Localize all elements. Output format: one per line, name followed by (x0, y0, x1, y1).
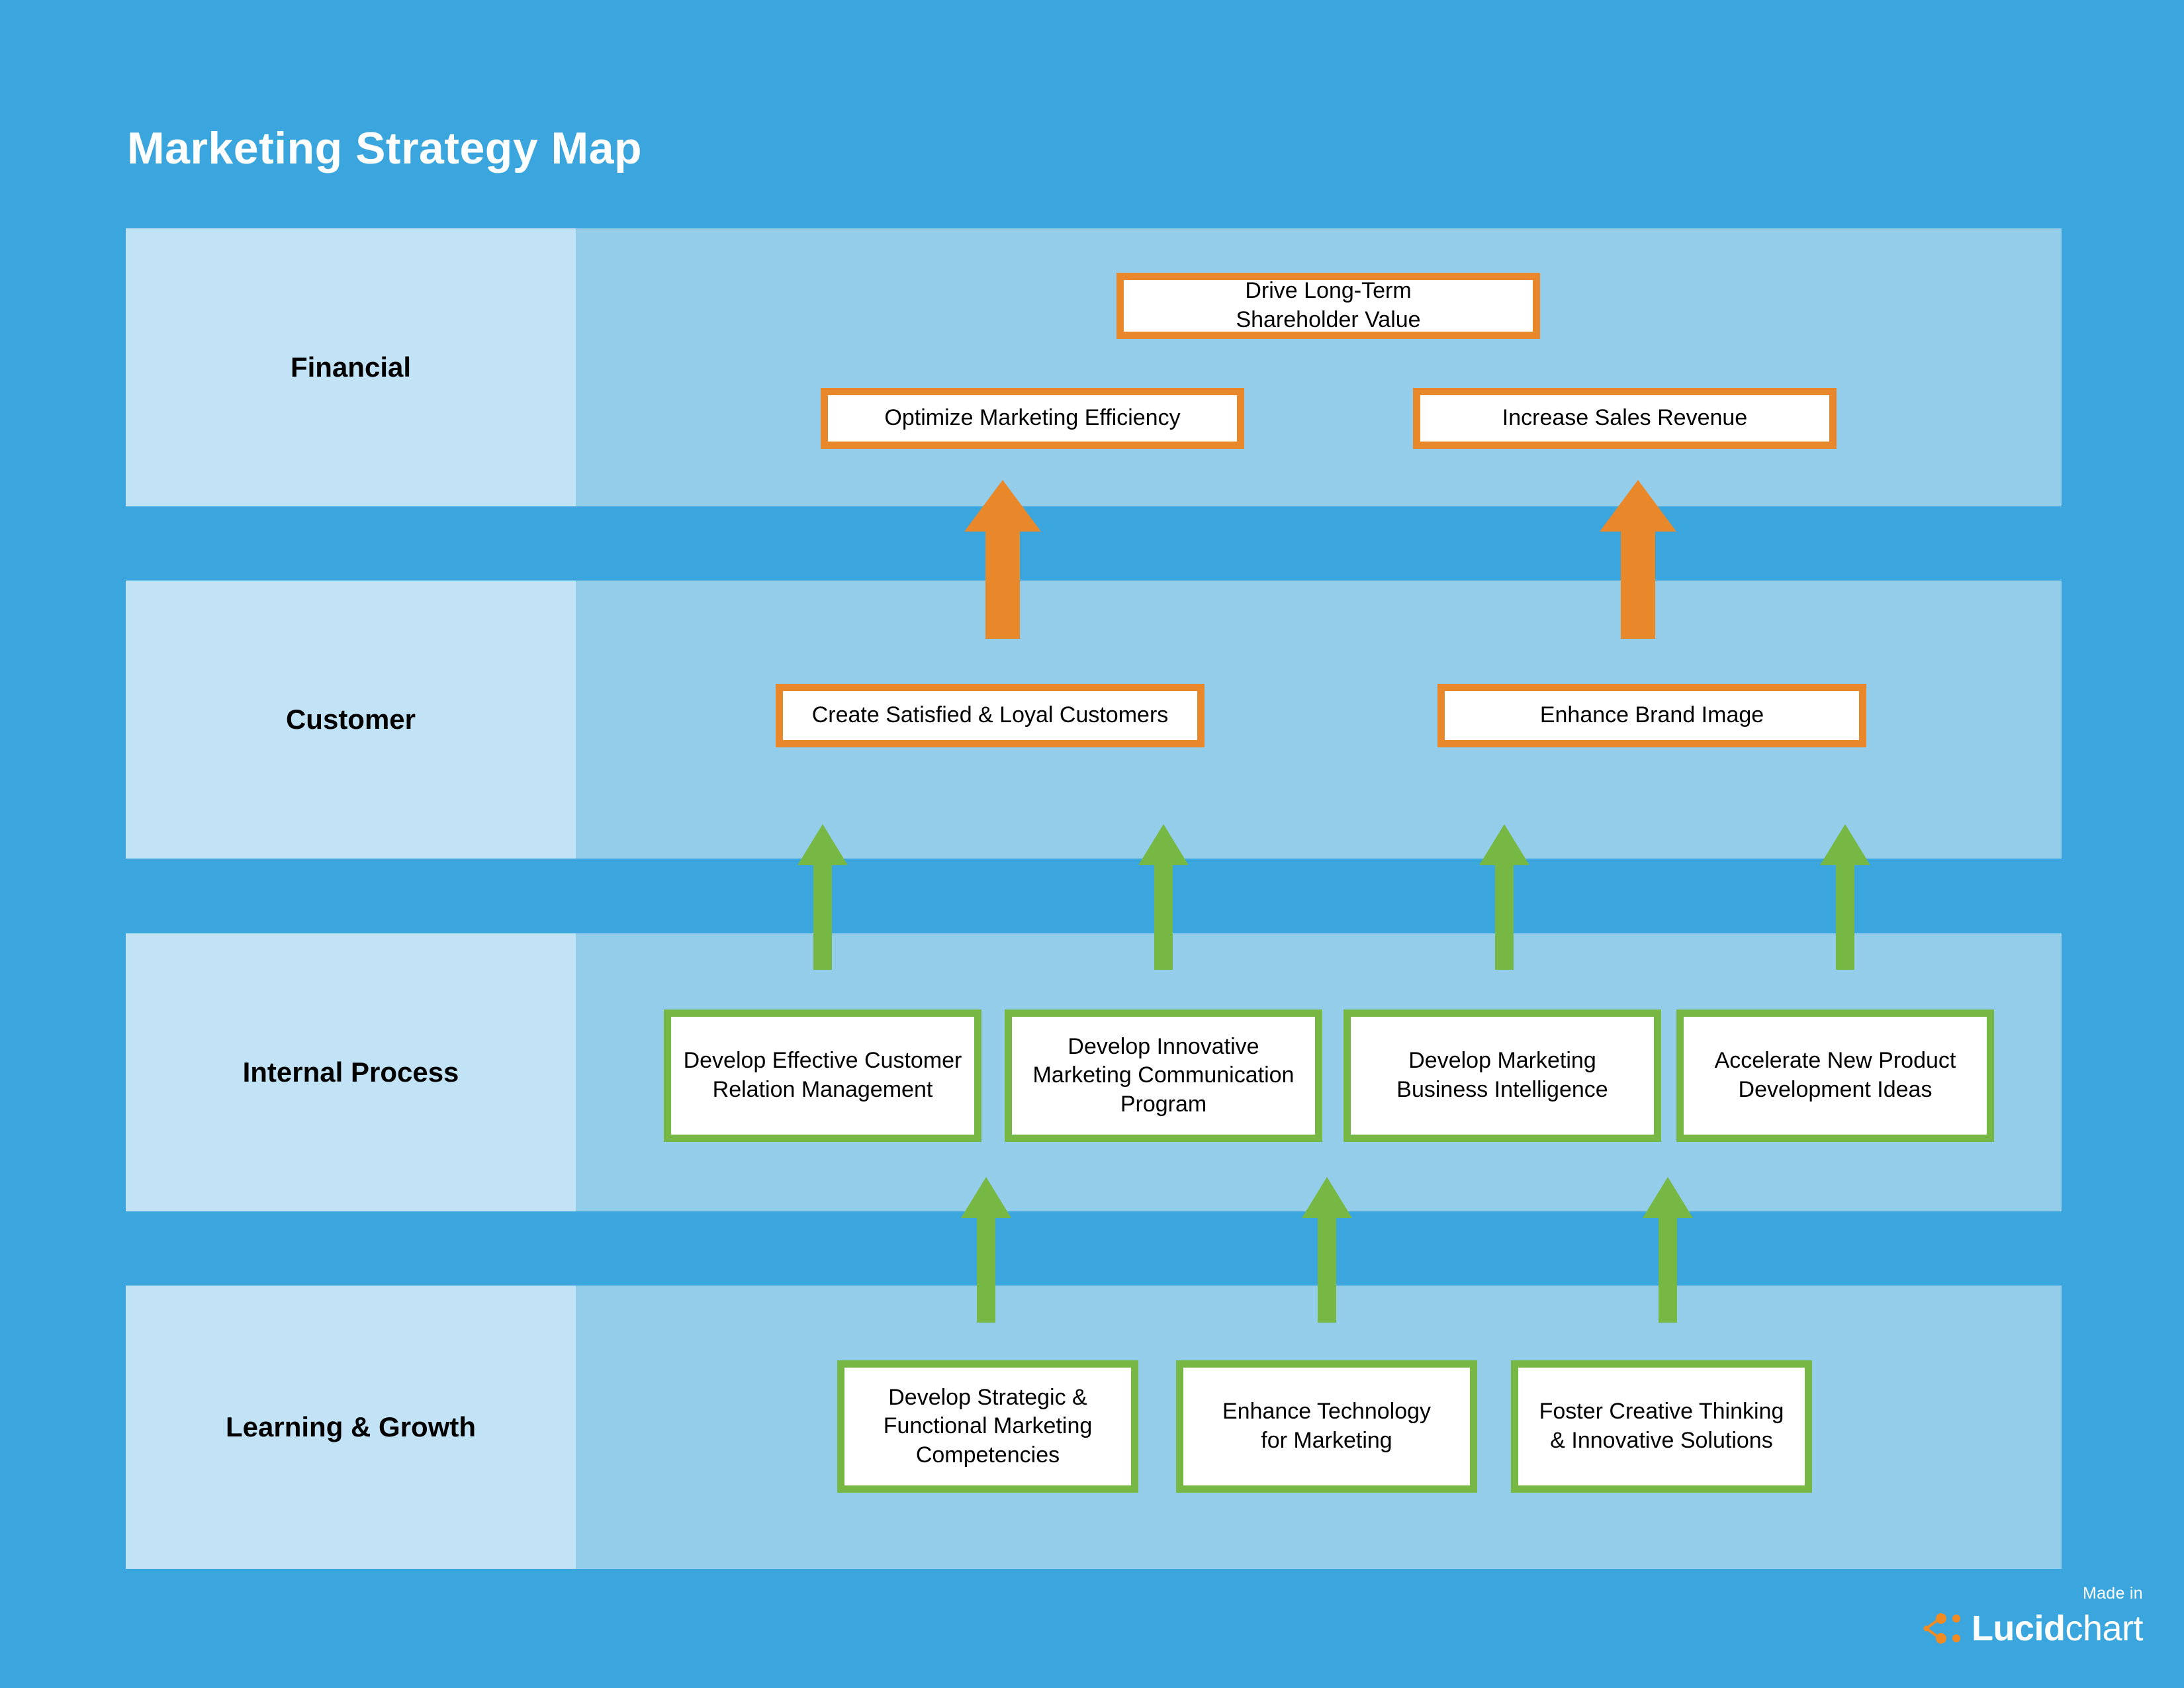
objective-text: Increase Sales Revenue (1502, 405, 1748, 431)
arrow-internal-to-customer-1 (797, 824, 848, 970)
arrow-internal-to-customer-4 (1820, 824, 1870, 970)
lucidchart-wordmark: Lucidchart (1971, 1609, 2144, 1648)
row-label-cell-learning-growth: Learning & Growth (126, 1286, 576, 1569)
arrow-customer-to-financial-right (1600, 480, 1676, 639)
objective-text: Optimize Marketing Efficiency (884, 405, 1181, 431)
objective-text: Develop Effective Customer Relation Manag… (683, 1048, 962, 1102)
objective-text: Enhance Brand Image (1539, 702, 1764, 728)
objective-box-develop-effective-customer-relation-management[interactable]: Develop Effective Customer Relation Manag… (664, 1009, 981, 1142)
lucidchart-logo: Lucidchart (1905, 1610, 2143, 1647)
objective-text: Drive Long-Term Shareholder Value (1236, 278, 1421, 332)
arrow-internal-to-customer-2 (1138, 824, 1189, 970)
arrow-customer-to-financial-left (964, 480, 1041, 639)
row-label-internal-process: Internal Process (242, 1056, 459, 1088)
objective-box-develop-marketing-business-intelligence[interactable]: Develop Marketing Business Intelligence (1343, 1009, 1661, 1142)
row-content-financial (576, 228, 2062, 506)
objective-text: Develop Marketing Business Intelligence (1396, 1048, 1608, 1102)
objective-text: Develop Innovative Marketing Communicatio… (1032, 1033, 1295, 1117)
chart-word: chart (2065, 1609, 2143, 1648)
objective-box-foster-creative-thinking-innovative-solutions[interactable]: Foster Creative Thinking & Innovative Sol… (1511, 1360, 1812, 1493)
page-title: Marketing Strategy Map (127, 123, 643, 173)
arrow-internal-to-customer-3 (1479, 824, 1529, 970)
arrow-learning-to-internal-3 (1643, 1177, 1693, 1323)
objective-text: Enhance Technology for Marketing (1222, 1399, 1432, 1453)
lucidchart-attribution: Made in Lucidchart (1905, 1585, 2143, 1647)
objective-box-increase-sales-revenue[interactable]: Increase Sales Revenue (1413, 388, 1837, 449)
row-label-cell-customer: Customer (126, 581, 576, 859)
objective-box-develop-innovative-marketing-communication-program[interactable]: Develop Innovative Marketing Communicatio… (1005, 1009, 1322, 1142)
objective-box-drive-long-term-shareholder-value[interactable]: Drive Long-Term Shareholder Value (1116, 273, 1540, 339)
row-label-financial: Financial (290, 352, 412, 383)
row-label-cell-internal-process: Internal Process (126, 933, 576, 1211)
objective-box-accelerate-new-product-development-ideas[interactable]: Accelerate New Product Development Ideas (1676, 1009, 1994, 1142)
arrow-learning-to-internal-2 (1302, 1177, 1352, 1323)
objective-box-enhance-brand-image[interactable]: Enhance Brand Image (1437, 684, 1866, 747)
row-label-customer: Customer (285, 704, 416, 735)
objective-text: Create Satisfied & Loyal Customers (811, 702, 1169, 728)
made-in-label: Made in (2082, 1584, 2143, 1603)
arrow-learning-to-internal-1 (961, 1177, 1011, 1323)
objective-text: Foster Creative Thinking & Innovative Sol… (1539, 1399, 1784, 1453)
strategy-map-canvas: Marketing Strategy Map Financial Custome… (0, 0, 2184, 1688)
objective-box-create-satisfied-loyal-customers[interactable]: Create Satisfied & Loyal Customers (776, 684, 1205, 747)
objective-box-optimize-marketing-efficiency[interactable]: Optimize Marketing Efficiency (821, 388, 1244, 449)
row-label-learning-growth: Learning & Growth (226, 1411, 476, 1442)
perspective-row-financial: Financial (126, 228, 2062, 506)
lucid-word: Lucid (1971, 1609, 2066, 1648)
row-label-cell-financial: Financial (126, 228, 576, 506)
objective-box-develop-strategic-functional-marketing-competencies[interactable]: Develop Strategic & Functional Marketing C… (837, 1360, 1138, 1493)
objective-text: Develop Strategic & Functional Marketing C… (883, 1384, 1093, 1468)
lucidchart-node-graph-icon (1923, 1613, 1960, 1644)
objective-box-enhance-technology-for-marketing[interactable]: Enhance Technology for Marketing (1176, 1360, 1477, 1493)
objective-text: Accelerate New Product Development Ideas (1714, 1048, 1956, 1102)
